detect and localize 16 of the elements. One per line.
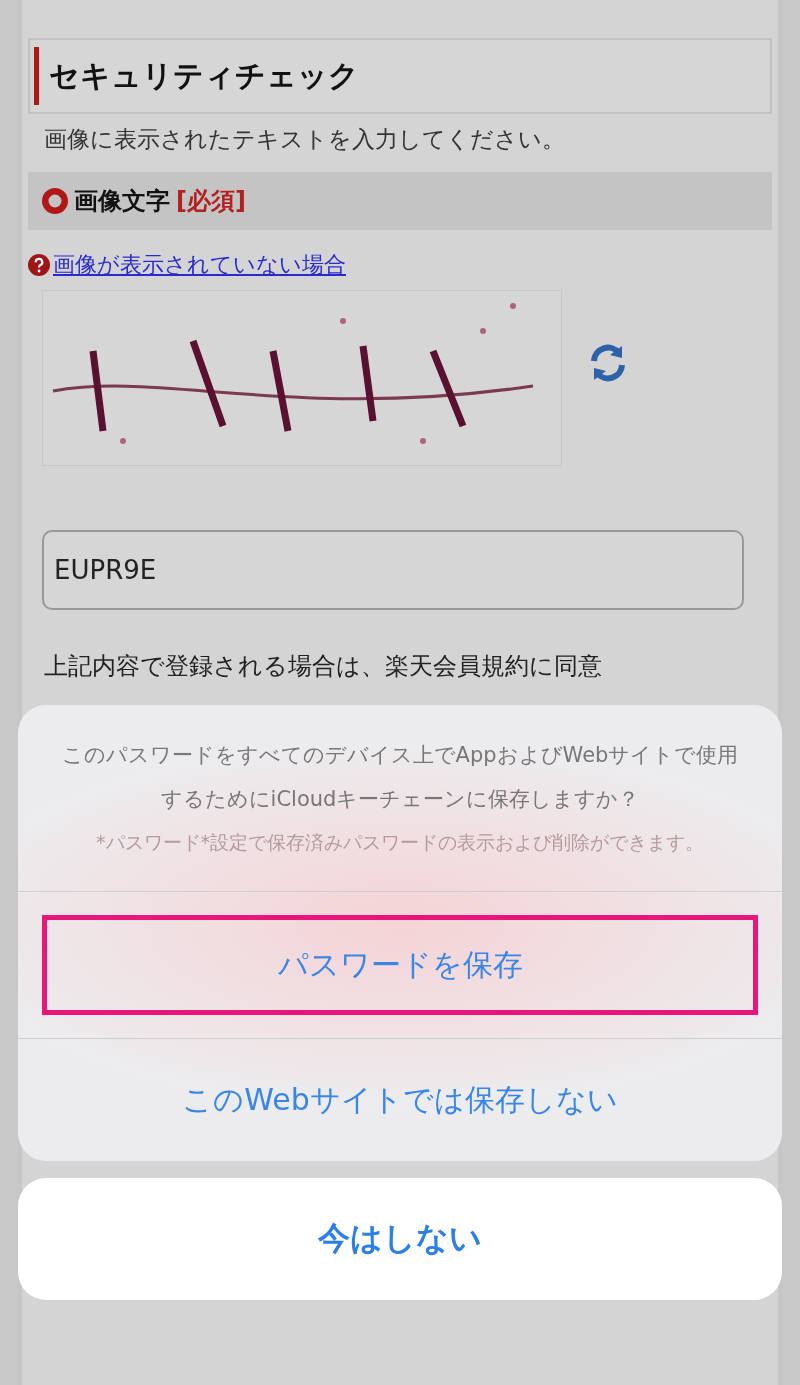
- ring-icon: [42, 188, 68, 214]
- answer-field[interactable]: EUPR9E: [42, 530, 744, 610]
- alert-message: このパスワードをすべてのデバイス上でAppおよびWebサイトで使用するためにiCloudキーチェーンに保存しますか？: [60, 742, 740, 813]
- cancel-button[interactable]: 今はしない: [18, 1178, 782, 1300]
- alert-note: *パスワード*設定で保存済みパスワードの表示および削除ができます。: [95, 830, 705, 855]
- agreement-text: 上記内容で登録される場合は、楽天会員規約に同意: [44, 651, 603, 682]
- title-accent: [34, 47, 39, 105]
- help-icon: [28, 254, 50, 276]
- field-label: 画像文字: [74, 186, 170, 217]
- help-link[interactable]: 画像が表示されていない場合: [53, 250, 346, 280]
- refresh-icon[interactable]: [588, 343, 628, 383]
- sheet-action-button[interactable]: パスワードを保存: [42, 915, 758, 1015]
- instruction-text: 画像に表示されたテキストを入力してください。: [43, 125, 566, 154]
- required-label: [必須]: [176, 186, 246, 217]
- page-title: セキュリティチェック: [49, 56, 359, 95]
- sheet-action-button[interactable]: このWebサイトでは保存しない: [42, 1050, 758, 1150]
